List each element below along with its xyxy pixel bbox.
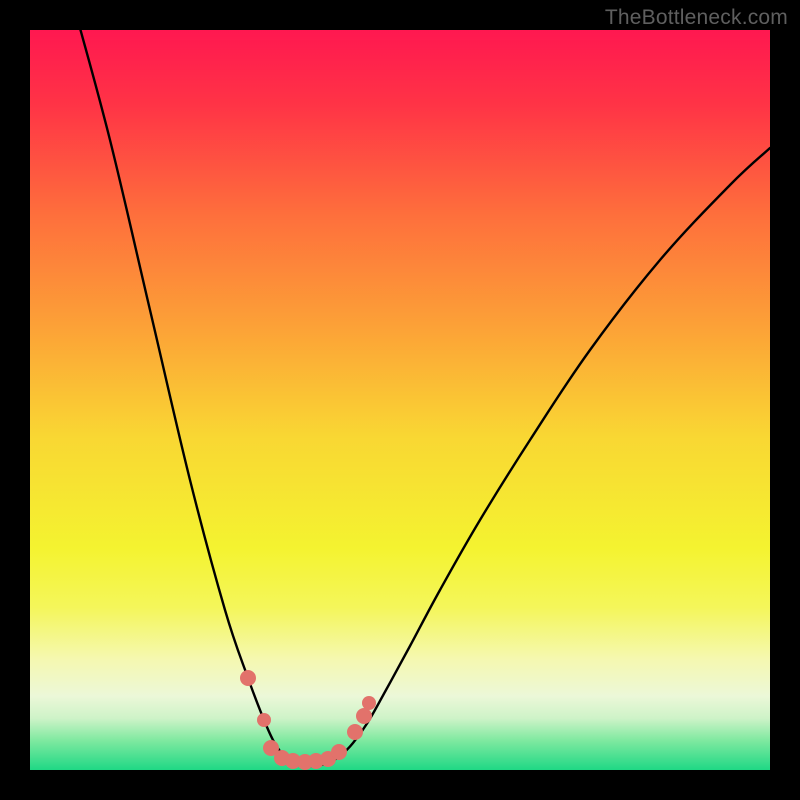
watermark-text: TheBottleneck.com xyxy=(605,6,788,30)
curve-marker xyxy=(257,713,271,727)
chart-svg xyxy=(30,30,770,770)
outer-frame: TheBottleneck.com xyxy=(0,0,800,800)
curve-marker xyxy=(356,708,372,724)
curve-markers xyxy=(240,670,376,770)
curve-marker xyxy=(331,744,347,760)
curve-marker xyxy=(347,724,363,740)
curve-marker xyxy=(362,696,376,710)
bottleneck-curve xyxy=(75,30,770,766)
plot-area xyxy=(30,30,770,770)
curve-marker xyxy=(240,670,256,686)
